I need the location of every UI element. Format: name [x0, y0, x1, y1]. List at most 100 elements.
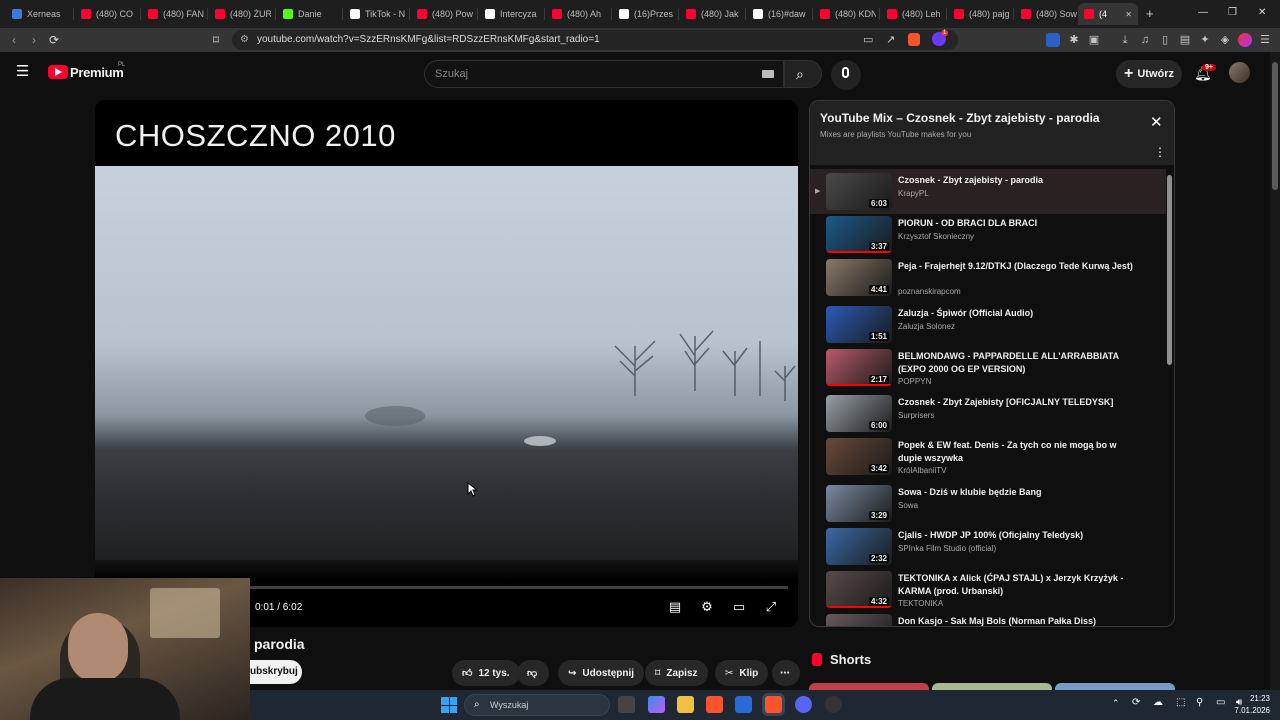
page-scrollbar[interactable]: [1270, 52, 1280, 690]
search-button[interactable]: ⌕: [784, 60, 822, 88]
share-button[interactable]: ↪ Udostępnij: [558, 660, 645, 686]
profile-icon[interactable]: [1238, 33, 1252, 47]
playlist-thumbnail[interactable]: 4:41: [826, 259, 892, 296]
save-button[interactable]: ⌑ Zapisz: [645, 660, 708, 686]
tray-network-icon[interactable]: ⬚: [1176, 697, 1185, 708]
cast-icon[interactable]: ▭: [863, 33, 873, 46]
bookmark-icon[interactable]: ⌑: [209, 33, 223, 47]
short-thumb[interactable]: [1055, 683, 1175, 690]
subtitles-icon[interactable]: ▤: [666, 599, 684, 615]
vpn-icon[interactable]: ◈: [1218, 33, 1232, 47]
copilot-icon[interactable]: [648, 696, 665, 713]
browser-tab[interactable]: (480) Sow: [1015, 3, 1077, 25]
playlist-item[interactable]: 3:37 PIORUN - OD BRACI DLA BRACI Krzysztof…: [810, 212, 1166, 257]
playlist-item-title[interactable]: Cjalis - HWDP JP 100% (Oficjalny Teledys…: [898, 529, 1136, 542]
music-icon[interactable]: ♫: [1138, 33, 1152, 47]
browser-tab[interactable]: (4 ✕: [1078, 3, 1138, 25]
playlist-item-channel[interactable]: KrólAlbaniiTV: [898, 466, 946, 475]
settings-icon[interactable]: ⚙: [698, 599, 716, 615]
browser-tab[interactable]: TikTok - N: [344, 3, 406, 25]
tray-mic-icon[interactable]: ⚲: [1196, 697, 1203, 708]
voice-search-button[interactable]: [831, 60, 861, 90]
playlist-item-title[interactable]: BELMONDAWG - PAPPARDELLE ALL'ARRABBIATA …: [898, 350, 1136, 376]
page-scrollbar-thumb[interactable]: [1272, 62, 1278, 190]
site-info-icon[interactable]: ⚙: [240, 34, 249, 45]
playlist-thumbnail[interactable]: 2:17: [826, 349, 892, 386]
browser-tab[interactable]: (480) Leh: [881, 3, 943, 25]
browser-tab[interactable]: (480) Ah: [546, 3, 608, 25]
playlist-thumbnail[interactable]: 6:03: [826, 173, 892, 210]
browser-tab[interactable]: Danie: [277, 3, 339, 25]
playlist-item[interactable]: 1:51 Zaluzja - Śpiwór (Official Audio) Zal…: [810, 302, 1166, 347]
playlist-thumbnail[interactable]: [826, 614, 892, 626]
playlist-item-title[interactable]: Czosnek - Zbyt Zajebisty [OFICJALNY TELE…: [898, 396, 1136, 409]
avatar[interactable]: [1229, 62, 1250, 83]
task-view-icon[interactable]: [618, 696, 635, 713]
search-input[interactable]: Szukaj: [435, 68, 468, 80]
playlist-item[interactable]: 4:41 Peja - Frajerhejt 9.12/DTKJ (Dlaczeg…: [810, 255, 1166, 300]
playlist-item-channel[interactable]: poznanskirapcom: [898, 287, 961, 296]
browser-tab[interactable]: (480) CO: [75, 3, 137, 25]
tab-close-icon[interactable]: ✕: [1125, 10, 1132, 19]
playlist-thumbnail[interactable]: 2:32: [826, 528, 892, 565]
playlist-item-channel[interactable]: Sowa: [898, 501, 918, 510]
playlist-item-channel[interactable]: Krzysztof Skonieczny: [898, 232, 974, 241]
back-icon[interactable]: ‹: [7, 33, 21, 47]
playlist-item-title[interactable]: TEKTONIKA x Alick (ĆPAJ STAJL) x Jerzyk …: [898, 572, 1136, 598]
sidebar-icon[interactable]: ▣: [1087, 33, 1101, 47]
menu-icon[interactable]: ☰: [1258, 33, 1272, 47]
wallet-icon[interactable]: ▤: [1178, 33, 1192, 47]
taskbar-search-input[interactable]: Wyszukaj: [490, 700, 528, 710]
playlist-item-title[interactable]: Popek & EW feat. Denis - Za tych co nie …: [898, 439, 1136, 465]
subscribe-button[interactable]: ubskrybuj: [250, 660, 302, 684]
playlist-item-channel[interactable]: KrapyPL: [898, 189, 929, 198]
playlist-scrollbar[interactable]: [1167, 175, 1172, 365]
brave-active-icon[interactable]: [765, 696, 782, 713]
more-actions-button[interactable]: ⋯: [772, 660, 800, 686]
guide-menu-icon[interactable]: ☰: [16, 64, 32, 79]
video-player[interactable]: CHOSZCZNO 2010 0:01 / 6:02 ▤ ⚙ ▭ ⤢: [95, 100, 798, 627]
playlist-item-channel[interactable]: Surprisers: [898, 411, 934, 420]
close-icon[interactable]: ✕: [1150, 113, 1163, 131]
like-button[interactable]: 👍︎ 12 tys.: [452, 660, 520, 686]
playlist-item[interactable]: 2:17 BELMONDAWG - PAPPARDELLE ALL'ARRABBI…: [810, 345, 1166, 390]
playlist-item[interactable]: 6:00 Czosnek - Zbyt Zajebisty [OFICJALNY …: [810, 391, 1166, 436]
brave-shields-icon[interactable]: [908, 33, 920, 46]
browser-tab[interactable]: (16)Przes: [613, 3, 675, 25]
playlist-item-channel[interactable]: TEKTONIKA: [898, 599, 943, 608]
panel-icon[interactable]: ▯: [1158, 33, 1172, 47]
forward-icon[interactable]: ›: [27, 33, 41, 47]
fullscreen-icon[interactable]: ⤢: [762, 599, 780, 615]
playlist-thumbnail[interactable]: 3:29: [826, 485, 892, 522]
youtube-logo-text[interactable]: Premium: [70, 65, 124, 80]
playlist-item-title[interactable]: Sowa - Dziś w klubie będzie Bang: [898, 486, 1136, 499]
keyboard-icon[interactable]: [762, 70, 774, 78]
playlist-item[interactable]: 2:32 Cjalis - HWDP JP 100% (Oficjalny Tel…: [810, 524, 1166, 569]
playlist-item-title[interactable]: Czosnek - Zbyt zajebisty - parodia: [898, 174, 1136, 187]
share-icon[interactable]: ↗: [886, 33, 895, 46]
short-thumb[interactable]: [809, 683, 929, 690]
playlist-item[interactable]: 4:32 TEKTONIKA x Alick (ĆPAJ STAJL) x Jer…: [810, 567, 1166, 612]
short-thumb[interactable]: [932, 683, 1052, 690]
playlist-item-title[interactable]: PIORUN - OD BRACI DLA BRACI: [898, 217, 1136, 230]
maximize-icon[interactable]: ❐: [1228, 7, 1237, 18]
playlist-item-title[interactable]: Peja - Frajerhejt 9.12/DTKJ (Dlaczego Te…: [898, 260, 1136, 273]
tray-cloud-icon[interactable]: ☁: [1153, 697, 1163, 708]
playlist-thumbnail[interactable]: 1:51: [826, 306, 892, 343]
browser-tab[interactable]: (16)#daw: [747, 3, 809, 25]
playlist-item-channel[interactable]: POPPYN: [898, 377, 931, 386]
playlist-menu-icon[interactable]: ⋮: [1154, 145, 1166, 159]
minimize-icon[interactable]: —: [1198, 7, 1208, 18]
playlist-item[interactable]: Don Kasjo - Sak Maj Bols (Norman Pałka D…: [810, 610, 1166, 626]
new-tab-button[interactable]: +: [1146, 6, 1154, 21]
search-box[interactable]: Szukaj: [424, 60, 784, 88]
playlist-thumbnail[interactable]: 4:32: [826, 571, 892, 608]
playlist-item-channel[interactable]: Zaluzja Solonez: [898, 322, 955, 331]
windows-start-icon[interactable]: [441, 697, 457, 713]
browser-tab[interactable]: Xerneas: [6, 3, 68, 25]
obs-icon[interactable]: [825, 696, 842, 713]
browser-tab[interactable]: (480) KDN: [814, 3, 876, 25]
playlist-item-title[interactable]: Zaluzja - Śpiwór (Official Audio): [898, 307, 1136, 320]
store-icon[interactable]: [735, 696, 752, 713]
browser-tab[interactable]: (480) FAN: [142, 3, 204, 25]
